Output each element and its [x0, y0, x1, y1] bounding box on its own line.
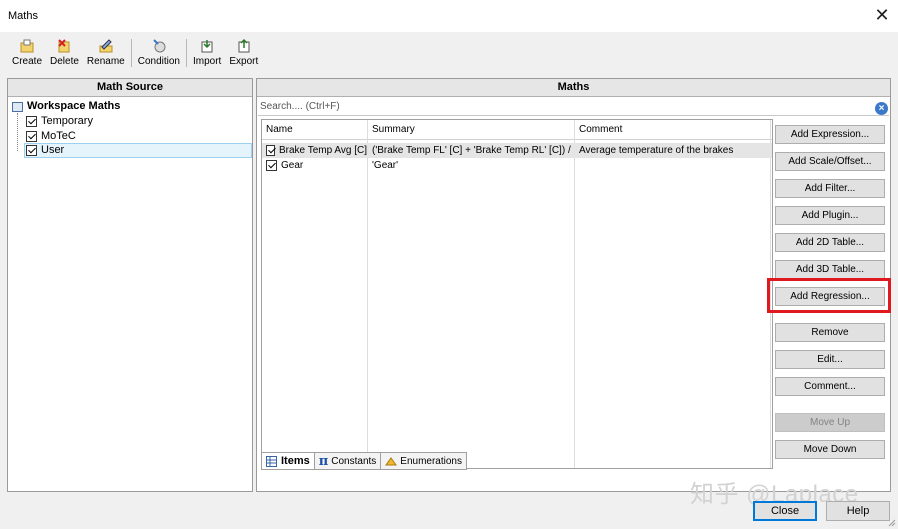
- add-2d-table-button[interactable]: Add 2D Table...: [775, 233, 885, 252]
- tree-item-label: User: [41, 144, 65, 156]
- tab-enumerations-label: Enumerations: [400, 455, 462, 467]
- comment-button[interactable]: Comment...: [775, 377, 885, 396]
- workspace-maths-icon: [12, 101, 23, 112]
- close-window-button[interactable]: ✕: [872, 6, 892, 26]
- condition-icon: [153, 39, 166, 53]
- table-icon: [266, 455, 277, 467]
- row-comment: Average temperature of the brakes: [579, 145, 734, 156]
- column-header-comment[interactable]: Comment: [575, 120, 622, 140]
- column-header-summary[interactable]: Summary: [368, 120, 415, 140]
- move-up-button[interactable]: Move Up: [775, 413, 885, 432]
- export-icon: [238, 38, 250, 53]
- close-button[interactable]: Close: [753, 501, 817, 521]
- maths-table: Name Summary Comment Brake Temp Avg [C] …: [261, 119, 773, 469]
- delete-icon: [58, 39, 70, 53]
- rename-icon: [99, 39, 113, 53]
- row-comment: [575, 158, 770, 173]
- tab-items[interactable]: Items: [261, 452, 315, 470]
- search-input[interactable]: Search.... (Ctrl+F): [258, 98, 889, 116]
- move-down-button[interactable]: Move Down: [775, 440, 885, 459]
- enumerations-icon: [385, 456, 398, 465]
- condition-label: Condition: [137, 56, 180, 67]
- tree-root-label: Workspace Maths: [27, 100, 121, 112]
- pi-icon: π: [318, 453, 329, 469]
- clear-search-icon[interactable]: ×: [875, 102, 888, 115]
- rename-button[interactable]: Rename: [83, 36, 129, 70]
- add-regression-button[interactable]: Add Regression...: [775, 287, 885, 306]
- maths-panel: Maths Search.... (Ctrl+F) × Name Summary…: [256, 78, 891, 492]
- tree-item-motec[interactable]: MoTeC: [26, 129, 76, 144]
- title-bar: Maths ✕: [0, 0, 898, 32]
- tab-constants-label: Constants: [331, 455, 377, 467]
- row-checkbox[interactable]: [266, 145, 275, 156]
- math-source-header: Math Source: [8, 79, 252, 97]
- condition-button[interactable]: Condition: [134, 36, 184, 70]
- create-label: Create: [12, 56, 43, 67]
- math-source-panel: Math Source Workspace Maths Temporary Mo…: [7, 78, 253, 492]
- row-summary: 'Gear': [372, 160, 399, 171]
- maths-tabs: Items π Constants Enumerations: [261, 452, 467, 470]
- table-header: Name Summary Comment: [262, 120, 772, 140]
- tree-item-label: MoTeC: [41, 130, 76, 142]
- rename-label: Rename: [86, 56, 125, 67]
- help-button[interactable]: Help: [826, 501, 890, 521]
- tree-item-label: Temporary: [41, 115, 93, 127]
- create-icon: [20, 39, 34, 53]
- resize-grip-icon[interactable]: [888, 519, 896, 527]
- tab-constants[interactable]: π Constants: [313, 452, 382, 470]
- remove-button[interactable]: Remove: [775, 323, 885, 342]
- temporary-checkbox[interactable]: [26, 116, 37, 127]
- tree-item-temporary[interactable]: Temporary: [26, 114, 93, 129]
- tab-items-label: Items: [281, 455, 310, 467]
- edit-button[interactable]: Edit...: [775, 350, 885, 369]
- add-filter-button[interactable]: Add Filter...: [775, 179, 885, 198]
- tree-item-user[interactable]: User: [26, 143, 64, 158]
- row-name-cell: Brake Temp Avg [C]: [262, 143, 367, 158]
- delete-button[interactable]: Delete: [46, 36, 83, 70]
- import-label: Import: [193, 56, 222, 67]
- import-button[interactable]: Import: [189, 36, 225, 70]
- toolbar: Create Delete Rename Condition Import Ex…: [8, 36, 262, 70]
- import-icon: [201, 40, 213, 53]
- create-button[interactable]: Create: [8, 36, 46, 70]
- export-label: Export: [229, 56, 259, 67]
- motec-checkbox[interactable]: [26, 131, 37, 142]
- add-plugin-button[interactable]: Add Plugin...: [775, 206, 885, 225]
- row-name: Brake Temp Avg [C]: [278, 145, 367, 156]
- delete-label: Delete: [50, 56, 79, 67]
- toolbar-divider: [186, 39, 187, 67]
- window-title: Maths: [8, 10, 38, 22]
- row-name: Gear: [281, 160, 304, 171]
- user-checkbox[interactable]: [26, 145, 37, 156]
- add-scale-offset-button[interactable]: Add Scale/Offset...: [775, 152, 885, 171]
- add-expression-button[interactable]: Add Expression...: [775, 125, 885, 144]
- tree-connector-line: [17, 113, 18, 151]
- column-header-name[interactable]: Name: [262, 120, 293, 140]
- row-checkbox[interactable]: [266, 160, 277, 171]
- table-row[interactable]: Brake Temp Avg [C] ('Brake Temp FL' [C] …: [262, 143, 772, 158]
- table-row[interactable]: Gear 'Gear': [262, 158, 772, 173]
- maths-header: Maths: [257, 79, 890, 97]
- row-summary: ('Brake Temp FL' [C] + 'Brake Temp RL' […: [372, 145, 574, 156]
- row-name-cell: Gear: [262, 158, 367, 173]
- tab-enumerations[interactable]: Enumerations: [380, 452, 467, 470]
- tree-root-workspace-maths[interactable]: Workspace Maths: [12, 99, 120, 114]
- toolbar-divider: [130, 39, 132, 67]
- add-3d-table-button[interactable]: Add 3D Table...: [775, 260, 885, 279]
- export-button[interactable]: Export: [225, 36, 262, 70]
